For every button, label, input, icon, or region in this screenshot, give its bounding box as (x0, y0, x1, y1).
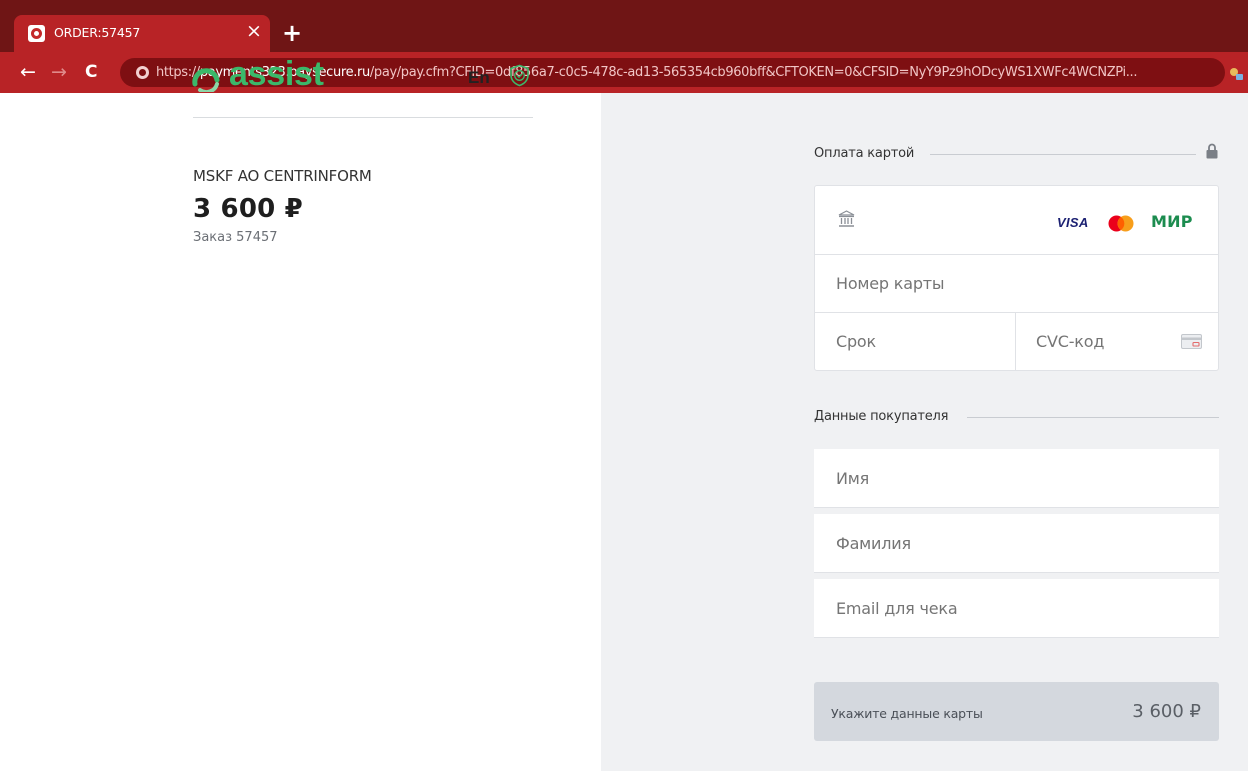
mir-logo: МИР (1151, 212, 1193, 231)
mastercard-logo-icon (1108, 215, 1134, 232)
new-tab-button[interactable]: + (282, 21, 302, 45)
card-form: VISA МИР (814, 185, 1219, 371)
card-section-title: Оплата картой (814, 146, 925, 161)
back-button[interactable]: ← (20, 60, 36, 84)
first-name-field[interactable] (814, 449, 1219, 508)
pay-button[interactable]: Укажите данные карты 3 600 ₽ (814, 682, 1219, 741)
last-name-input[interactable] (836, 534, 1196, 553)
order-number: Заказ 57457 (193, 230, 278, 245)
bank-icon (838, 210, 855, 227)
browser-tab[interactable]: ORDER:57457 × (14, 15, 270, 52)
header-divider (193, 117, 533, 118)
tab-close-icon[interactable]: × (246, 22, 262, 41)
section-divider (930, 154, 1196, 155)
cvc-input[interactable] (1036, 332, 1166, 351)
forward-button[interactable]: → (51, 60, 67, 84)
site-favicon-icon (28, 25, 45, 42)
assist-logo-icon (192, 68, 220, 92)
section-divider (967, 417, 1219, 418)
buyer-section-title: Данные покупателя (814, 409, 959, 424)
extension-icon[interactable] (1228, 65, 1244, 81)
merchant-name: MSKF AO CENTRINFORM (193, 167, 372, 185)
lock-icon (1206, 143, 1218, 159)
tab-title: ORDER:57457 (54, 25, 141, 40)
last-name-field[interactable] (814, 514, 1219, 573)
card-divider (815, 312, 1218, 313)
reload-button[interactable]: C (85, 60, 97, 84)
shield-check-icon (510, 64, 529, 87)
first-name-input[interactable] (836, 469, 1196, 488)
email-input[interactable] (836, 599, 1196, 618)
site-info-icon[interactable] (136, 66, 149, 79)
order-amount: 3 600 ₽ (193, 194, 303, 224)
card-divider-vertical (1015, 313, 1016, 371)
pay-button-amount: 3 600 ₽ (1132, 701, 1201, 722)
expiry-input[interactable] (836, 332, 1006, 351)
logo-text: assist (229, 55, 324, 93)
visa-logo: VISA (1057, 215, 1089, 230)
email-field[interactable] (814, 579, 1219, 638)
card-divider (815, 254, 1218, 255)
card-back-icon (1181, 334, 1202, 349)
browser-tab-strip: ORDER:57457 × + (0, 0, 1248, 52)
browser-toolbar: ← → C https://payments323.paysecure.ru/p… (0, 52, 1248, 93)
language-switch[interactable]: En (468, 68, 490, 88)
pay-button-label: Укажите данные карты (831, 706, 983, 721)
card-number-input[interactable] (836, 274, 1196, 293)
